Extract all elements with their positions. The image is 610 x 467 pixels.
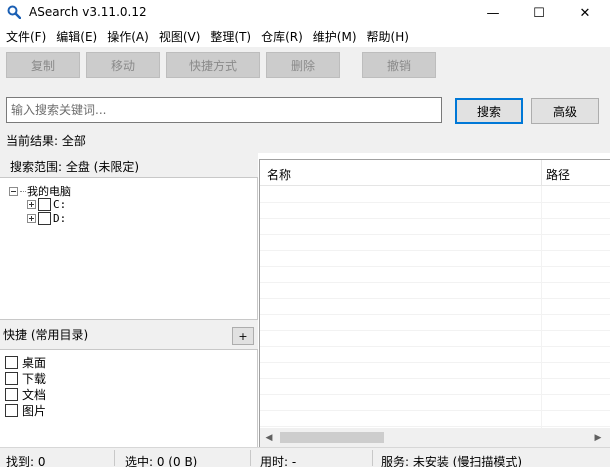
tree-item-my-computer[interactable]: 我的电脑 [9, 183, 71, 199]
status-bar: 找到: 0 选中: 0 (0 B) 用时: - 服务: 未安装 (慢扫描模式) [0, 447, 610, 467]
expand-icon[interactable] [27, 200, 36, 209]
minimize-button[interactable]: — [470, 0, 516, 26]
grid-row-line [260, 410, 610, 411]
quick-item-label: 文档 [22, 388, 47, 402]
checkbox[interactable] [5, 372, 18, 385]
quick-item-label: 桌面 [22, 356, 47, 370]
checkbox[interactable] [5, 356, 18, 369]
menu-bar: 文件(F) 编辑(E) 操作(A) 视图(V) 整理(T) 仓库(R) 维护(M… [0, 26, 610, 46]
menu-edit[interactable]: 编辑(E) [56, 28, 97, 45]
scrollbar-thumb[interactable] [280, 432, 384, 443]
column-header-name[interactable]: 名称 [267, 166, 291, 183]
grid-row-line [260, 330, 610, 331]
status-time: 用时: - [260, 455, 297, 467]
maximize-button[interactable]: ☐ [516, 0, 562, 26]
maximize-icon: ☐ [533, 5, 545, 21]
grid-row-line [260, 426, 610, 427]
grid-row-line [260, 250, 610, 251]
grid-row-line [260, 266, 610, 267]
grid-row-line [260, 346, 610, 347]
collapse-icon[interactable] [9, 186, 18, 196]
move-button[interactable]: 移动 [86, 52, 160, 78]
status-divider [250, 450, 251, 466]
window-title: ASearch v3.11.0.12 [29, 5, 147, 19]
grid-row-line [260, 218, 610, 219]
status-divider [114, 450, 115, 466]
expand-icon[interactable] [27, 214, 36, 223]
magnifier-icon [7, 5, 21, 19]
tree-item-drive-d[interactable]: D: [27, 212, 66, 225]
menu-help[interactable]: 帮助(H) [367, 28, 409, 45]
status-service: 服务: 未安装 (慢扫描模式) [381, 455, 523, 467]
status-divider [372, 450, 373, 466]
grid-row-line [260, 362, 610, 363]
search-scope-label: 搜索范围: 全盘 (未限定) [10, 160, 140, 174]
drive-checkbox[interactable] [38, 212, 51, 225]
tree-connector [20, 190, 26, 192]
shortcut-button[interactable]: 快捷方式 [166, 52, 260, 78]
menu-organize[interactable]: 整理(T) [210, 28, 251, 45]
scroll-right-icon[interactable]: ▶ [591, 431, 605, 444]
add-quick-dir-button[interactable]: + [232, 327, 254, 345]
advanced-search-button[interactable]: 高级 [531, 98, 599, 124]
result-filter-row: 当前结果: 全部 [0, 129, 610, 153]
tree-root-label: 我的电脑 [27, 185, 71, 198]
drive-label: D: [53, 212, 67, 225]
column-header-path[interactable]: 路径 [546, 166, 570, 183]
grid-row-line [260, 378, 610, 379]
quick-item-downloads[interactable]: 下载 [5, 370, 46, 387]
checkbox[interactable] [5, 404, 18, 417]
menu-view[interactable]: 视图(V) [159, 28, 201, 45]
current-result-label: 当前结果: 全部 [6, 134, 86, 148]
quick-item-documents[interactable]: 文档 [5, 386, 46, 403]
status-found: 找到: 0 [6, 455, 46, 467]
close-button[interactable]: ✕ [562, 0, 608, 26]
left-panel: 搜索范围: 全盘 (未限定) 我的电脑 C: D: 快捷 (常用目录) + 桌面… [0, 153, 258, 447]
grid-row-line [260, 282, 610, 283]
quick-item-label: 下载 [22, 372, 47, 386]
scroll-left-icon[interactable]: ◀ [262, 431, 276, 444]
search-button[interactable]: 搜索 [455, 98, 523, 124]
horizontal-scrollbar[interactable]: ◀ ▶ [260, 428, 610, 447]
undo-button[interactable]: 撤销 [362, 52, 436, 78]
grid-row-line [260, 314, 610, 315]
search-input[interactable] [6, 97, 442, 123]
menu-action[interactable]: 操作(A) [107, 28, 149, 45]
minimize-icon: — [486, 5, 500, 21]
grid-row-line [260, 394, 610, 395]
quick-item-label: 图片 [22, 404, 47, 418]
title-bar: ASearch v3.11.0.12 — ☐ ✕ [0, 0, 610, 26]
results-table[interactable]: 名称 路径 ◀ ▶ [259, 159, 610, 447]
table-header: 名称 路径 [260, 160, 610, 186]
drive-checkbox[interactable] [38, 198, 51, 211]
quick-dirs-label: 快捷 (常用目录) [3, 328, 89, 342]
quick-item-pictures[interactable]: 图片 [5, 402, 46, 419]
status-selected: 选中: 0 (0 B) [125, 455, 198, 467]
toolbar: 复制 移动 快捷方式 删除 撤销 [0, 47, 610, 83]
column-grid-line [541, 186, 542, 428]
menu-repository[interactable]: 仓库(R) [261, 28, 303, 45]
grid-row-line [260, 298, 610, 299]
delete-button[interactable]: 删除 [266, 52, 340, 78]
checkbox[interactable] [5, 388, 18, 401]
quick-dirs-list: 桌面 下载 文档 图片 [0, 349, 258, 447]
menu-maintain[interactable]: 维护(M) [313, 28, 357, 45]
drive-tree[interactable]: 我的电脑 C: D: [0, 177, 258, 320]
grid-row-line [260, 202, 610, 203]
column-divider[interactable] [541, 160, 542, 186]
search-bar: 搜索 高级 [0, 83, 610, 129]
drive-label: C: [53, 198, 67, 211]
quick-item-desktop[interactable]: 桌面 [5, 354, 46, 371]
grid-row-line [260, 234, 610, 235]
tree-item-drive-c[interactable]: C: [27, 198, 66, 211]
menu-file[interactable]: 文件(F) [6, 28, 46, 45]
copy-button[interactable]: 复制 [6, 52, 80, 78]
close-icon: ✕ [579, 5, 591, 21]
